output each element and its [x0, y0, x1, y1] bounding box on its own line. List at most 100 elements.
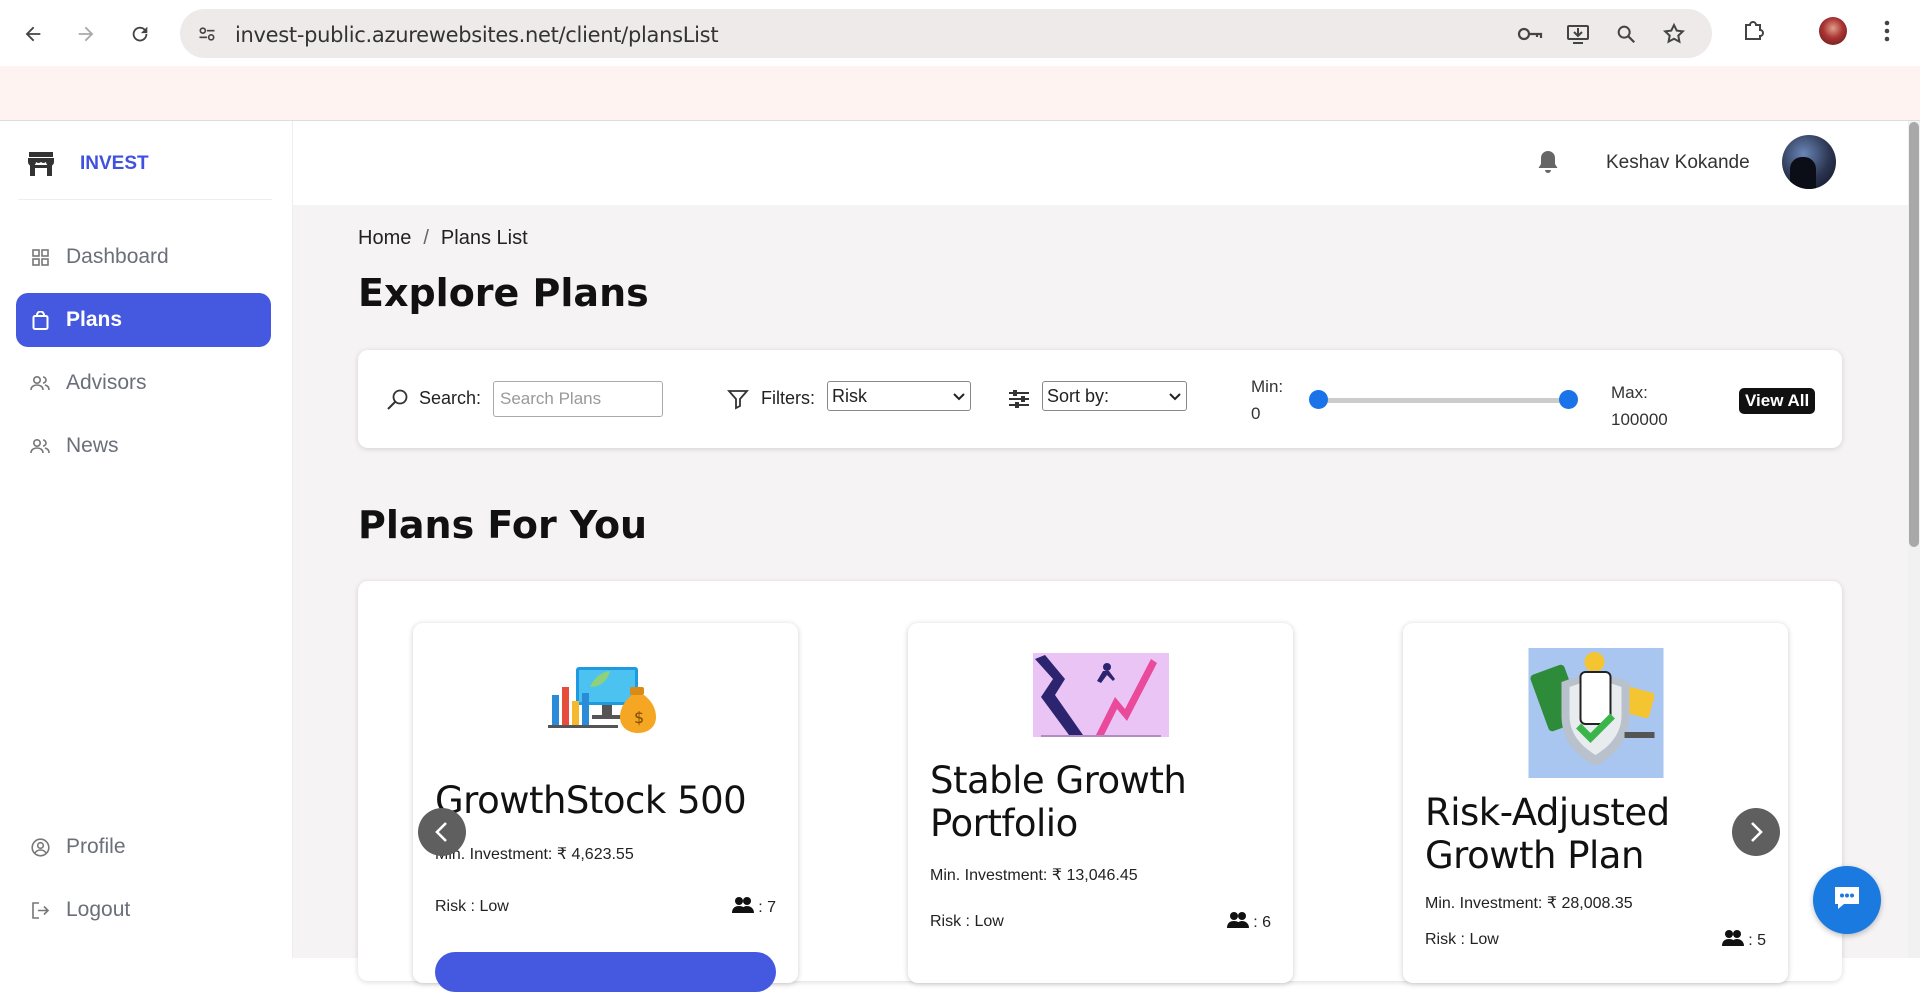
search-input[interactable]: Search Plans [493, 381, 663, 417]
invest-button[interactable] [435, 952, 776, 992]
range-track[interactable] [1317, 398, 1568, 403]
brand[interactable]: INVEST [24, 147, 149, 181]
logout-icon [30, 900, 50, 920]
carousel-next-button[interactable] [1732, 808, 1780, 856]
reload-icon[interactable] [123, 17, 157, 51]
divider [18, 199, 272, 200]
sidebar-item-logout[interactable]: Logout [16, 883, 271, 937]
sidebar-item-dashboard[interactable]: Dashboard [16, 230, 271, 284]
plan-members-count: : 7 [758, 898, 776, 916]
plans-carousel: $ GrowthStock 500 Min. Investment: ₹ 4,6… [358, 581, 1842, 992]
sliders-icon [1008, 389, 1030, 414]
main-content: Home / Plans List Explore Plans Search: … [293, 205, 1908, 992]
chevron-down-icon [1168, 386, 1182, 407]
sidebar-item-label: Logout [66, 898, 131, 921]
back-icon[interactable] [16, 17, 50, 51]
user-name[interactable]: Keshav Kokande [1606, 152, 1750, 174]
plan-title: Risk-Adjusted Growth Plan [1425, 791, 1670, 877]
min-label: Min: [1251, 377, 1284, 396]
sidebar: INVEST Dashboard Plans Advisors News Pro… [0, 121, 293, 958]
bookmark-star-icon[interactable] [1661, 21, 1687, 47]
min-value: 0 [1251, 404, 1261, 423]
forward-icon[interactable] [69, 17, 103, 51]
plan-members: : 6 [1227, 911, 1271, 934]
filters-label: Filters: [761, 388, 815, 408]
sidebar-item-news[interactable]: News [16, 419, 271, 473]
info-bar [0, 66, 1920, 121]
people-icon [30, 436, 50, 456]
plan-title: GrowthStock 500 [435, 779, 747, 822]
sidebar-item-label: News [66, 434, 119, 457]
brand-name: INVEST [80, 153, 149, 174]
scrollbar-thumb[interactable] [1909, 122, 1919, 547]
install-icon[interactable] [1565, 21, 1591, 47]
plan-risk: Risk : Low [1425, 931, 1499, 948]
chat-button[interactable] [1813, 866, 1881, 934]
breadcrumb-current: Plans List [440, 227, 528, 249]
avatar[interactable] [1782, 135, 1836, 189]
filter-select-value: Risk [832, 385, 867, 406]
breadcrumb: Home / Plans List [358, 227, 528, 250]
max-label: Max: [1611, 383, 1648, 402]
sidebar-item-profile[interactable]: Profile [16, 820, 271, 874]
bag-icon [30, 310, 50, 330]
sidebar-item-label: Profile [66, 835, 126, 858]
plan-members: : 7 [732, 896, 776, 919]
plan-risk: Risk : Low [435, 898, 509, 915]
sidebar-item-label: Dashboard [66, 245, 169, 268]
site-settings-icon[interactable] [194, 21, 220, 47]
group-icon [1227, 911, 1250, 934]
max-value: 100000 [1611, 410, 1668, 429]
plan-min-investment: Min. Investment: ₹ 4,623.55 [435, 846, 634, 863]
header: Keshav Kokande [293, 121, 1908, 205]
risk-shield-image [1528, 648, 1663, 778]
plan-card[interactable]: Stable Growth Portfolio Min. Investment:… [908, 623, 1293, 983]
sidebar-item-advisors[interactable]: Advisors [16, 356, 271, 410]
breadcrumb-home[interactable]: Home [358, 227, 411, 250]
sidebar-item-label: Plans [66, 308, 123, 331]
address-bar[interactable]: invest-public.azurewebsites.net/client/p… [180, 9, 1712, 58]
sidebar-item-label: Advisors [66, 371, 147, 394]
plan-risk: Risk : Low [930, 913, 1004, 930]
page-title: Explore Plans [358, 271, 649, 315]
group-icon [1722, 929, 1745, 952]
section-title: Plans For You [358, 503, 648, 547]
plan-members: : 5 [1722, 929, 1766, 952]
plan-min-investment: Min. Investment: ₹ 28,008.35 [1425, 895, 1633, 912]
carousel-prev-button[interactable] [418, 808, 466, 856]
growth-chart-image: $ [546, 665, 666, 735]
store-icon [24, 147, 58, 181]
user-circle-icon [30, 837, 50, 857]
stable-growth-image [1032, 653, 1169, 737]
plan-title: Stable Growth Portfolio [930, 759, 1187, 845]
breadcrumb-separator: / [423, 227, 429, 249]
svg-text:$: $ [634, 708, 644, 727]
more-menu-icon[interactable] [1870, 14, 1904, 48]
zoom-icon[interactable] [1613, 21, 1639, 47]
sort-select-value: Sort by: [1047, 385, 1110, 406]
chevron-down-icon [952, 386, 966, 407]
extensions-icon[interactable] [1736, 14, 1770, 48]
range-min-handle[interactable] [1309, 390, 1328, 409]
range-max-handle[interactable] [1559, 390, 1578, 409]
plan-card[interactable]: $ GrowthStock 500 Min. Investment: ₹ 4,6… [413, 623, 798, 992]
bell-icon[interactable] [1536, 149, 1562, 177]
people-icon [30, 373, 50, 393]
plan-members-count: : 5 [1748, 931, 1766, 949]
filter-bar: Search: Search Plans Filters: Risk Sort … [358, 350, 1842, 448]
search-label: Search: [419, 388, 482, 408]
min-block: Min: 0 [1251, 373, 1283, 427]
plan-card[interactable]: Risk-Adjusted Growth Plan Min. Investmen… [1403, 623, 1788, 983]
key-icon[interactable] [1517, 21, 1543, 47]
chat-icon [1832, 884, 1862, 917]
plan-members-count: : 6 [1253, 913, 1271, 931]
search-icon [386, 387, 410, 416]
group-icon [732, 896, 755, 919]
profile-avatar-icon[interactable] [1816, 14, 1850, 48]
url-text[interactable]: invest-public.azurewebsites.net/client/p… [235, 23, 719, 47]
filter-select[interactable]: Risk [827, 381, 971, 411]
sidebar-item-plans[interactable]: Plans [16, 293, 271, 347]
sort-select[interactable]: Sort by: [1042, 381, 1187, 411]
plan-min-investment: Min. Investment: ₹ 13,046.45 [930, 867, 1138, 884]
view-all-button[interactable]: View All [1739, 388, 1816, 414]
